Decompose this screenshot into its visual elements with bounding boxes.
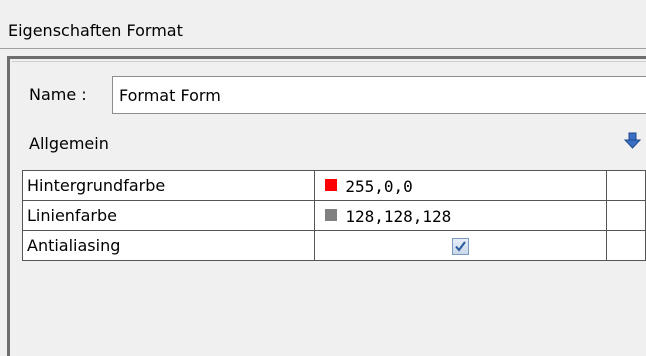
property-value: 128,128,128: [345, 206, 452, 226]
color-swatch-gray: [325, 209, 338, 221]
table-row: Antialiasing: [22, 230, 646, 261]
name-input[interactable]: [112, 76, 646, 114]
table-row: Hintergrundfarbe 255,0,0: [22, 170, 646, 201]
property-name: Antialiasing: [22, 230, 316, 261]
property-extra-cell: [606, 230, 646, 261]
arrow-down-icon[interactable]: [623, 132, 642, 150]
property-name: Linienfarbe: [22, 200, 316, 231]
header-divider: [0, 48, 646, 49]
property-name: Hintergrundfarbe: [22, 170, 316, 201]
panel-header: Eigenschaften Format: [0, 0, 646, 50]
property-value-cell[interactable]: 128,128,128: [314, 200, 608, 231]
property-value-cell[interactable]: 255,0,0: [314, 170, 608, 201]
property-value: 255,0,0: [345, 176, 413, 196]
frame-inner-divider: [12, 61, 646, 62]
name-label: Name :: [29, 85, 87, 104]
antialiasing-checkbox[interactable]: [452, 238, 470, 255]
properties-table: Hintergrundfarbe 255,0,0 Linienfarbe 128…: [22, 170, 646, 261]
color-swatch-red: [325, 179, 338, 191]
property-extra-cell: [606, 200, 646, 231]
table-row: Linienfarbe 128,128,128: [22, 200, 646, 231]
panel-title: Eigenschaften Format: [8, 21, 183, 40]
property-extra-cell: [606, 170, 646, 201]
section-label-allgemein: Allgemein: [29, 134, 109, 153]
property-value-cell: [314, 230, 608, 261]
